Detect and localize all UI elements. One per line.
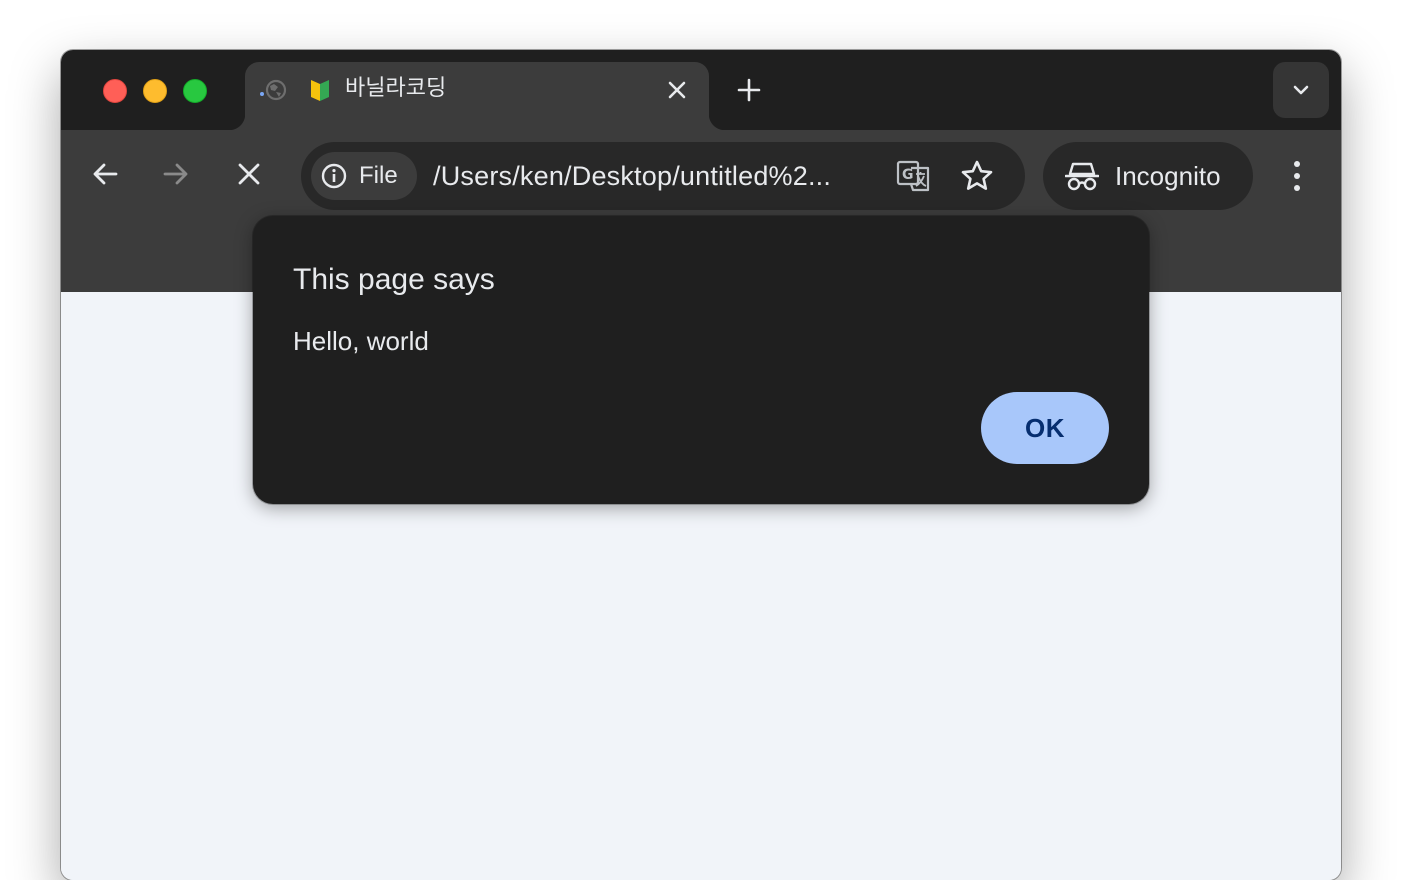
maximize-window-button[interactable]: [183, 79, 207, 103]
incognito-label: Incognito: [1115, 161, 1221, 191]
incognito-profile-button[interactable]: Incognito: [1043, 142, 1253, 210]
tab-search-button[interactable]: [1273, 62, 1329, 118]
tab-title: 바닐라코딩: [345, 76, 447, 101]
bookmark-star-icon[interactable]: [959, 158, 995, 194]
url-text[interactable]: /Users/ken/Desktop/untitled%2...: [433, 142, 831, 210]
alert-dialog: This page says Hello, world OK: [253, 216, 1149, 504]
close-tab-icon[interactable]: [665, 78, 689, 102]
tab-strip: 바닐라코딩: [61, 50, 1341, 130]
forward-arrow-icon[interactable]: [160, 158, 192, 190]
more-options-icon[interactable]: [1283, 158, 1311, 194]
svg-text:G: G: [902, 167, 914, 183]
minimize-window-button[interactable]: [143, 79, 167, 103]
site-info-chip[interactable]: File: [311, 152, 417, 200]
tab-active[interactable]: 바닐라코딩: [229, 62, 725, 130]
beginner-symbol-icon: [311, 80, 329, 101]
close-window-button[interactable]: [103, 79, 127, 103]
new-tab-icon[interactable]: [735, 76, 763, 104]
site-info-label: File: [359, 162, 398, 189]
loading-spinner-icon: [260, 79, 287, 101]
ok-button[interactable]: OK: [981, 392, 1109, 464]
back-arrow-icon[interactable]: [89, 158, 121, 190]
translate-icon[interactable]: G: [895, 158, 931, 194]
address-bar[interactable]: File /Users/ken/Desktop/untitled%2... G: [301, 142, 1025, 210]
stop-loading-icon[interactable]: [233, 158, 265, 190]
chevron-down-icon: [1293, 85, 1309, 95]
dialog-message: Hello, world: [293, 326, 429, 356]
dialog-title: This page says: [293, 263, 495, 296]
incognito-icon: [1065, 162, 1099, 191]
info-icon: [321, 163, 347, 189]
